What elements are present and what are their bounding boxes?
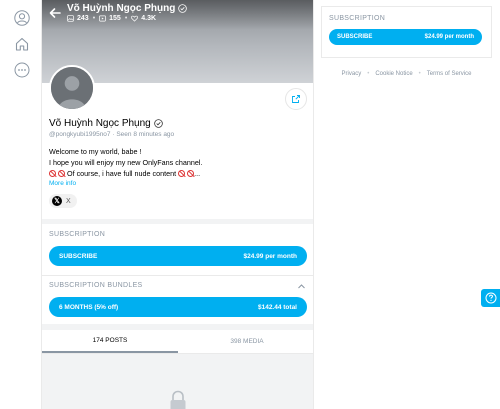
share-icon bbox=[292, 95, 300, 103]
subscription-title: SUBSCRIPTION bbox=[49, 231, 106, 238]
chevron-up-icon[interactable] bbox=[297, 282, 306, 291]
footer-links: Privacy • Cookie Notice • Terms of Servi… bbox=[321, 71, 492, 77]
profile-column: Võ Huỳnh Ngọc Phụng 243 • 155 • 4.3K Võ … bbox=[41, 0, 314, 409]
tab-media[interactable]: 398 MEDIA bbox=[179, 330, 313, 353]
video-icon bbox=[99, 15, 107, 22]
bundle-label: 6 MONTHS (5% off) bbox=[59, 303, 119, 311]
user-avatar-icon[interactable] bbox=[14, 10, 30, 26]
handle-line: @pongkyubi1995no7 · Seen 8 minutes ago bbox=[49, 131, 174, 138]
sidebar-subscribe-label: SUBSCRIBE bbox=[337, 34, 373, 40]
home-icon[interactable] bbox=[14, 36, 30, 52]
avatar-placeholder-icon bbox=[51, 67, 93, 109]
sidebar-subscribe-button[interactable]: SUBSCRIBE $24.99 per month bbox=[329, 29, 482, 45]
stats-separator: • bbox=[124, 15, 128, 22]
prohibited-emoji-icon bbox=[58, 170, 65, 177]
locked-content-area bbox=[42, 354, 313, 409]
prohibited-emoji-icon bbox=[49, 170, 56, 177]
tab-posts[interactable]: 174 POSTS bbox=[42, 330, 178, 353]
left-nav-rail bbox=[0, 0, 42, 409]
more-options-icon[interactable] bbox=[14, 62, 30, 78]
photos-count: 243 bbox=[67, 15, 89, 22]
subscribe-button-label: SUBSCRIBE bbox=[59, 252, 98, 260]
sidebar-subscription-title: SUBSCRIPTION bbox=[329, 15, 386, 22]
profile-bio: Welcome to my world, babe ! I hope you w… bbox=[49, 146, 304, 179]
last-seen: Seen 8 minutes ago bbox=[116, 131, 175, 138]
bio-line-3: Of course, i have full nude content ... bbox=[49, 168, 304, 179]
cookie-notice-link[interactable]: Cookie Notice bbox=[375, 71, 412, 77]
footer-separator: • bbox=[418, 71, 421, 77]
videos-count-value: 155 bbox=[109, 15, 121, 22]
section-gap bbox=[42, 219, 313, 224]
lock-icon bbox=[168, 390, 188, 409]
sidebar-subscription-card: SUBSCRIPTION SUBSCRIBE $24.99 per month bbox=[321, 6, 492, 58]
prohibited-emoji-icon bbox=[178, 170, 186, 177]
heart-icon bbox=[131, 15, 139, 22]
photos-count-value: 243 bbox=[77, 15, 89, 22]
image-icon bbox=[67, 15, 74, 22]
help-icon bbox=[485, 292, 496, 304]
share-button[interactable] bbox=[285, 88, 307, 110]
bio-line-3-ellipsis: ... bbox=[194, 169, 201, 178]
prohibited-emoji-icon bbox=[187, 170, 195, 177]
section-divider bbox=[42, 275, 313, 276]
content-tabs: 174 POSTS 398 MEDIA bbox=[42, 330, 313, 354]
bundle-price: $142.44 total bbox=[257, 303, 297, 311]
profile-name: Võ Huỳnh Ngọc Phụng bbox=[49, 118, 163, 129]
likes-count: 4.3K bbox=[131, 15, 156, 22]
x-logo-icon: 𝕏 bbox=[52, 196, 62, 206]
cover-stats: 243 • 155 • 4.3K bbox=[67, 15, 156, 22]
bio-line-1: Welcome to my world, babe ! bbox=[49, 147, 142, 156]
sidebar-subscribe-price: $24.99 per month bbox=[424, 34, 474, 40]
videos-count: 155 bbox=[99, 15, 121, 22]
subscribe-button[interactable]: SUBSCRIBE $24.99 per month bbox=[49, 246, 307, 266]
subscribe-price: $24.99 per month bbox=[243, 252, 297, 260]
bundles-title: SUBSCRIPTION BUNDLES bbox=[49, 282, 143, 289]
profile-handle: @pongkyubi1995no7 bbox=[49, 131, 111, 138]
avatar[interactable] bbox=[49, 65, 95, 111]
terms-link[interactable]: Terms of Service bbox=[427, 71, 472, 77]
bio-line-3-text: Of course, i have full nude content bbox=[67, 169, 177, 178]
footer-separator: • bbox=[367, 71, 370, 77]
profile-name-text: Võ Huỳnh Ngọc Phụng bbox=[49, 118, 151, 129]
likes-count-value: 4.3K bbox=[141, 15, 157, 22]
x-social-label: X bbox=[66, 197, 71, 205]
stats-separator: • bbox=[92, 15, 96, 22]
more-info-link[interactable]: More info bbox=[49, 180, 76, 187]
privacy-link[interactable]: Privacy bbox=[342, 71, 362, 77]
x-social-link[interactable]: 𝕏 X bbox=[49, 194, 77, 208]
cover-profile-name: Võ Huỳnh Ngọc Phụng bbox=[67, 3, 188, 14]
bio-line-2: I hope you will enjoy my new OnlyFans ch… bbox=[49, 158, 203, 167]
verified-badge-icon bbox=[178, 4, 188, 13]
cover-name-text: Võ Huỳnh Ngọc Phụng bbox=[67, 3, 176, 14]
help-button[interactable] bbox=[481, 289, 500, 307]
verified-badge-icon bbox=[153, 119, 163, 128]
back-arrow-icon[interactable] bbox=[48, 6, 62, 20]
bundle-6-months-button[interactable]: 6 MONTHS (5% off) $142.44 total bbox=[49, 297, 307, 317]
